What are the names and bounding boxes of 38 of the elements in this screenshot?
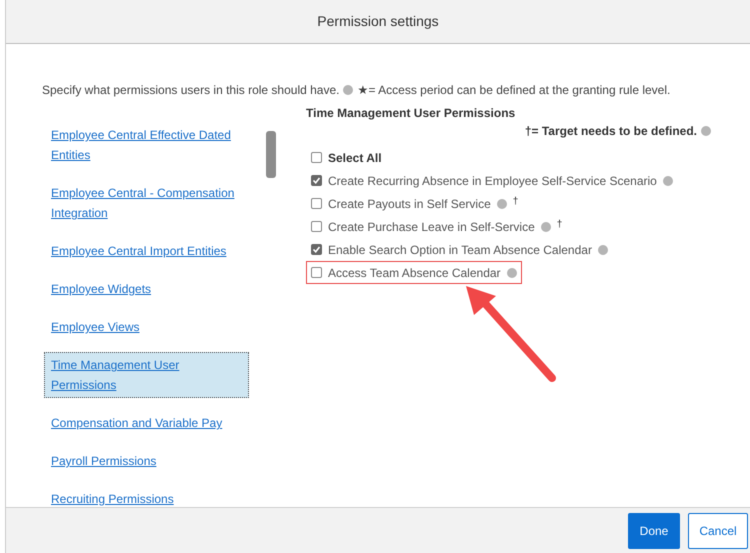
cancel-button[interactable]: Cancel (688, 512, 748, 548)
checkbox-label: Access Team Absence Calendar (328, 264, 501, 282)
checkbox[interactable] (311, 152, 322, 163)
checkbox-label: Create Purchase Leave in Self-Service (328, 218, 535, 236)
checkbox-label: Select All (328, 150, 382, 166)
help-icon[interactable] (496, 198, 507, 208)
help-icon[interactable] (701, 126, 711, 136)
category-link[interactable]: Employee Central Import Entities (44, 238, 249, 264)
help-icon[interactable] (540, 222, 551, 232)
instruction-text: Specify what permissions users in this role should have. (42, 82, 340, 99)
checkbox-label: Enable Search Option in Team Absence Calendar (328, 242, 592, 258)
scrollbar-thumb[interactable] (266, 131, 276, 178)
help-icon[interactable] (343, 85, 354, 95)
checkbox[interactable] (311, 267, 322, 278)
category-link[interactable]: Employee Central - Compensation Integration (44, 180, 249, 226)
checkbox[interactable] (311, 244, 322, 255)
checkbox-label: Create Payouts in Self Service (328, 196, 491, 212)
category-link[interactable]: Compensation and Variable Pay (44, 410, 249, 436)
category-link[interactable]: Employee Widgets (44, 276, 249, 302)
help-icon[interactable] (598, 244, 608, 254)
dagger-mark: † (556, 218, 562, 232)
dagger-mark: † (512, 195, 518, 209)
done-button[interactable]: Done (628, 512, 680, 548)
category-link[interactable]: Time Management User Permissions (44, 352, 249, 398)
category-link[interactable]: Payroll Permissions (44, 448, 249, 474)
category-link[interactable]: Employee Central Effective Dated Entities (44, 122, 249, 168)
target-legend: †= Target needs to be defined. (524, 122, 697, 140)
section-title: Time Management User Permissions (306, 105, 516, 122)
dialog-title: Permission settings (317, 12, 439, 31)
checkbox[interactable] (311, 221, 322, 232)
checkbox-label: Create Recurring Absence in Employee Self-Service Scenario (328, 172, 657, 190)
access-period-note: ★= Access period can be defined at the granting rule level. (357, 82, 670, 99)
checkbox[interactable] (311, 198, 322, 209)
category-link[interactable]: Recruiting Permissions (44, 486, 249, 512)
help-icon[interactable] (506, 268, 517, 278)
category-link[interactable]: Employee Views (44, 314, 249, 340)
checkbox[interactable] (311, 175, 322, 186)
help-icon[interactable] (662, 176, 673, 186)
